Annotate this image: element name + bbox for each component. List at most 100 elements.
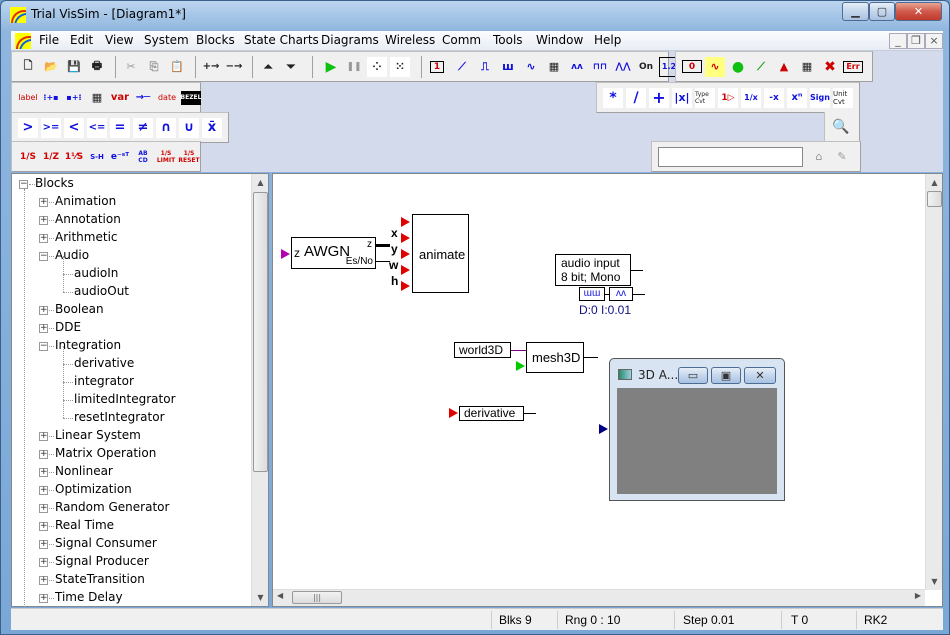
- expand-icon[interactable]: +: [39, 450, 48, 459]
- button-block-icon[interactable]: On: [636, 57, 656, 77]
- title-bar[interactable]: Trial VisSim - [Diagram1*] ▁ ▢ ✕: [1, 1, 949, 29]
- expand-icon[interactable]: +: [39, 576, 48, 585]
- sawtooth-icon[interactable]: ʌʌ: [567, 57, 587, 77]
- tree-category[interactable]: + Arithmetic: [12, 229, 248, 247]
- menu-wireless[interactable]: Wireless: [385, 33, 435, 47]
- expand-icon[interactable]: +: [39, 432, 48, 441]
- collapse-icon[interactable]: −: [39, 252, 48, 261]
- copy-icon[interactable]: ⎘: [144, 57, 164, 77]
- import-icon[interactable]: ▦: [544, 57, 564, 77]
- variable-out-icon[interactable]: ▪+⁝: [64, 88, 84, 108]
- negate-icon[interactable]: -x: [764, 87, 784, 108]
- new-file-icon[interactable]: 🗋: [18, 57, 38, 77]
- awgn-block[interactable]: z AWGN z Es/No: [291, 237, 376, 269]
- animate-block[interactable]: animate: [412, 214, 469, 293]
- canvas-scroll-up-icon[interactable]: ▲: [926, 174, 943, 191]
- mdi-minimize-button[interactable]: _: [889, 33, 907, 49]
- expand-icon[interactable]: +: [39, 198, 48, 207]
- comment-block-icon[interactable]: ▦: [87, 88, 107, 108]
- expand-icon[interactable]: +: [39, 234, 48, 243]
- gain-block-icon[interactable]: 1▷: [718, 87, 738, 108]
- tree-category[interactable]: + Nonlinear: [12, 463, 248, 481]
- zoom-icon[interactable]: 🔍: [831, 117, 851, 137]
- tree-category[interactable]: + Signal Producer: [12, 553, 248, 571]
- reset-integrator-icon[interactable]: 1/S RESET: [178, 147, 199, 167]
- multiply-block-icon[interactable]: *: [603, 87, 623, 108]
- find-next-icon[interactable]: ✎: [832, 147, 852, 167]
- canvas-vscroll-thumb[interactable]: [927, 191, 942, 207]
- xy-plot-icon[interactable]: ⟋: [751, 57, 771, 77]
- doc-logo-icon[interactable]: [15, 33, 31, 49]
- reciprocal-icon[interactable]: 1/x: [741, 87, 761, 108]
- divide-block-icon[interactable]: /: [626, 87, 646, 108]
- greater-equal-block-icon[interactable]: >=: [41, 117, 61, 138]
- canvas-scroll-left-icon[interactable]: ◀: [277, 591, 283, 600]
- step-block-icon[interactable]: ⎍: [475, 57, 495, 77]
- menu-window[interactable]: Window: [536, 33, 583, 47]
- or-block-icon[interactable]: ∪: [179, 117, 199, 138]
- type-convert-icon[interactable]: Type Cvt: [695, 87, 715, 108]
- menu-state-charts[interactable]: State Charts: [244, 33, 319, 47]
- meter-block-icon[interactable]: ▲: [774, 57, 794, 77]
- label-block-icon[interactable]: label: [18, 88, 38, 108]
- menu-help[interactable]: Help: [594, 33, 621, 47]
- collapse-icon[interactable]: −: [19, 180, 28, 189]
- bezel-block-icon[interactable]: BEZEL: [181, 90, 201, 105]
- stop-block-icon[interactable]: ✖: [820, 57, 840, 77]
- less-equal-block-icon[interactable]: <=: [87, 117, 107, 138]
- menu-tools[interactable]: Tools: [493, 33, 523, 47]
- block-search-input[interactable]: [658, 146, 803, 167]
- power-block-icon[interactable]: xⁿ: [787, 87, 807, 108]
- world3d-block[interactable]: world3D: [454, 342, 511, 358]
- minimize-button[interactable]: ▁: [842, 2, 869, 21]
- scroll-up-arrow-icon[interactable]: ▲: [252, 174, 269, 191]
- animate-port-x[interactable]: [401, 233, 410, 243]
- tree-leaf[interactable]: limitedIntegrator: [12, 382, 248, 409]
- and-block-icon[interactable]: ∩: [156, 117, 176, 138]
- var-block-icon[interactable]: var: [110, 88, 130, 108]
- light-block-icon[interactable]: ●: [728, 57, 748, 77]
- mdi-close-button[interactable]: ×: [925, 33, 943, 49]
- save-icon[interactable]: 💾: [64, 57, 84, 77]
- tree-leaf[interactable]: audioOut: [12, 274, 248, 301]
- tree-scroll-thumb[interactable]: [253, 192, 268, 472]
- anim-maximize-button[interactable]: ▣: [711, 367, 741, 384]
- print-icon[interactable]: 🖶: [87, 57, 107, 77]
- expand-icon[interactable]: +: [39, 594, 48, 603]
- equal-block-icon[interactable]: =: [110, 117, 130, 138]
- transfer-fn-block-icon[interactable]: 1⅟S: [64, 147, 84, 167]
- 3d-animation-window[interactable]: 3D A... ▭ ▣ ✕: [609, 358, 785, 501]
- menu-comm[interactable]: Comm: [442, 33, 481, 47]
- sign-block-icon[interactable]: Sign: [810, 87, 830, 108]
- sample-hold-block-icon[interactable]: S-H: [87, 147, 107, 167]
- pause-icon[interactable]: ❚❚: [344, 57, 364, 77]
- sawtooth-mini-block[interactable]: ʌʌ: [609, 287, 633, 301]
- expand-icon[interactable]: +: [39, 540, 48, 549]
- paste-icon[interactable]: 📋: [167, 57, 187, 77]
- less-block-icon[interactable]: <: [64, 117, 84, 138]
- pulse-train-icon[interactable]: ш: [498, 57, 518, 77]
- add-block-icon[interactable]: +: [649, 87, 669, 108]
- mesh3d-input-port[interactable]: [516, 361, 525, 371]
- const-block-icon[interactable]: 1: [430, 60, 444, 73]
- sinusoid-icon[interactable]: ∿: [521, 57, 541, 77]
- derivative-block[interactable]: derivative: [459, 406, 524, 421]
- find-block-icon[interactable]: ⌂: [809, 147, 829, 167]
- maximize-button[interactable]: ▢: [869, 2, 895, 21]
- tree-category[interactable]: + Annotation: [12, 211, 248, 229]
- animate-port-w[interactable]: [401, 265, 410, 275]
- expand-icon[interactable]: +: [39, 468, 48, 477]
- anim-minimize-button[interactable]: ▭: [678, 367, 708, 384]
- menu-system[interactable]: System: [144, 33, 189, 47]
- plot-block-icon[interactable]: ∿: [705, 56, 725, 77]
- add-connector-icon[interactable]: +→: [201, 57, 221, 77]
- tree-leaf[interactable]: integrator: [12, 364, 248, 391]
- menu-blocks[interactable]: Blocks: [196, 33, 235, 47]
- not-block-icon[interactable]: x̄: [202, 117, 222, 138]
- tree-category[interactable]: + Optimization: [12, 481, 248, 499]
- menu-file[interactable]: File: [39, 33, 59, 47]
- tree-category[interactable]: − Integration: [12, 337, 248, 355]
- canvas-hscroll-thumb[interactable]: |||: [292, 591, 342, 604]
- display-block-icon[interactable]: 0: [682, 60, 702, 73]
- animate-port-h[interactable]: [401, 281, 410, 291]
